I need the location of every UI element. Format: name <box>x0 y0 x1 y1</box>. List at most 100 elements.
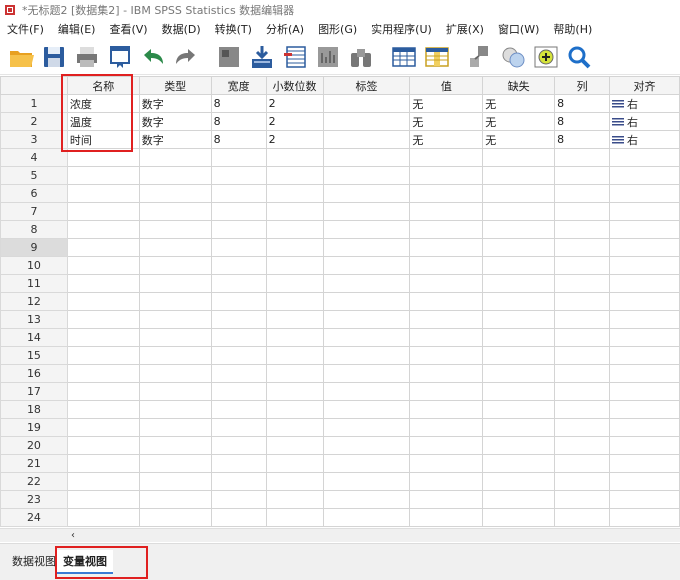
grid-cell[interactable] <box>554 472 611 491</box>
row-number[interactable]: 4 <box>0 148 68 167</box>
grid-cell[interactable] <box>138 490 212 509</box>
grid-cell[interactable] <box>322 328 411 347</box>
grid-cell[interactable] <box>322 238 411 257</box>
grid-cell[interactable]: 无 <box>482 112 556 131</box>
menu-item[interactable]: 窗口(W) <box>491 20 546 39</box>
grid-cell[interactable] <box>66 508 140 527</box>
grid-cell[interactable] <box>609 364 680 383</box>
grid-cell[interactable] <box>138 436 212 455</box>
grid-cell[interactable] <box>322 166 411 185</box>
grid-cell[interactable] <box>210 400 267 419</box>
grid-cell[interactable] <box>409 454 484 473</box>
grid-cell[interactable] <box>138 346 212 365</box>
grid-cell[interactable] <box>609 454 680 473</box>
grid-cell[interactable] <box>210 148 267 167</box>
grid-cell[interactable]: 无 <box>482 94 556 113</box>
grid-cell[interactable] <box>138 472 212 491</box>
menu-item[interactable]: 数据(D) <box>155 20 208 39</box>
grid-cell[interactable] <box>554 274 611 293</box>
grid-cell[interactable]: 时间 <box>66 130 140 149</box>
row-number[interactable]: 13 <box>0 310 68 329</box>
grid-cell[interactable] <box>409 346 484 365</box>
grid-cell[interactable] <box>409 274 484 293</box>
goto-variable-icon[interactable] <box>245 41 278 73</box>
grid-cell[interactable] <box>409 310 484 329</box>
grid-cell[interactable] <box>609 292 680 311</box>
row-number[interactable]: 17 <box>0 382 68 401</box>
grid-cell[interactable] <box>482 436 556 455</box>
grid-cell[interactable] <box>138 418 212 437</box>
grid-cell[interactable] <box>138 454 212 473</box>
grid-cell[interactable] <box>265 328 324 347</box>
menu-item[interactable]: 文件(F) <box>0 20 51 39</box>
grid-cell[interactable]: 8 <box>554 94 611 113</box>
open-folder-icon[interactable] <box>4 41 37 73</box>
grid-cell[interactable]: 2 <box>265 130 324 149</box>
grid-cell[interactable] <box>265 256 324 275</box>
grid-cell[interactable] <box>554 292 611 311</box>
grid-cell[interactable] <box>554 202 611 221</box>
grid-cell[interactable] <box>210 184 267 203</box>
grid-cell[interactable] <box>554 166 611 185</box>
grid-cell[interactable] <box>609 436 680 455</box>
grid-cell[interactable] <box>66 364 140 383</box>
grid-cell[interactable] <box>409 202 484 221</box>
row-number[interactable]: 14 <box>0 328 68 347</box>
grid-cell[interactable] <box>66 346 140 365</box>
grid-cell[interactable]: 右 <box>609 112 680 131</box>
grid-cell[interactable] <box>482 490 556 509</box>
grid-cell[interactable] <box>265 220 324 239</box>
grid-cell[interactable] <box>482 364 556 383</box>
column-header[interactable]: 标签 <box>322 76 411 95</box>
grid-cell[interactable] <box>482 148 556 167</box>
grid-cell[interactable]: 数字 <box>138 130 212 149</box>
grid-cell[interactable] <box>409 382 484 401</box>
grid-cell[interactable] <box>265 436 324 455</box>
grid-cell[interactable] <box>66 418 140 437</box>
grid-cell[interactable] <box>322 292 411 311</box>
print-icon[interactable] <box>70 41 103 73</box>
grid-cell[interactable] <box>482 400 556 419</box>
grid-cell[interactable] <box>210 202 267 221</box>
grid-cell[interactable] <box>210 382 267 401</box>
row-number[interactable]: 3 <box>0 130 68 149</box>
grid-cell[interactable] <box>609 220 680 239</box>
grid-cell[interactable] <box>554 436 611 455</box>
grid-cell[interactable] <box>138 328 212 347</box>
grid-cell[interactable] <box>265 508 324 527</box>
grid-cell[interactable] <box>609 346 680 365</box>
row-number[interactable]: 2 <box>0 112 68 131</box>
grid-cell[interactable] <box>322 418 411 437</box>
grid-cell[interactable] <box>210 328 267 347</box>
row-number[interactable]: 11 <box>0 274 68 293</box>
grid-cell[interactable] <box>138 220 212 239</box>
grid-cell[interactable] <box>322 382 411 401</box>
grid-cell[interactable] <box>265 184 324 203</box>
grid-cell[interactable] <box>322 256 411 275</box>
grid-cell[interactable] <box>210 418 267 437</box>
grid-cell[interactable] <box>409 238 484 257</box>
menu-item[interactable]: 图形(G) <box>311 20 364 39</box>
row-number[interactable]: 10 <box>0 256 68 275</box>
split-file-icon[interactable] <box>463 41 496 73</box>
grid-cell[interactable] <box>554 346 611 365</box>
row-number[interactable]: 19 <box>0 418 68 437</box>
grid-cell[interactable]: 无 <box>409 130 484 149</box>
grid-cell[interactable]: 8 <box>554 130 611 149</box>
grid-cell[interactable] <box>138 166 212 185</box>
grid-cell[interactable]: 8 <box>210 94 267 113</box>
grid-cell[interactable] <box>210 508 267 527</box>
grid-cell[interactable] <box>554 238 611 257</box>
grid-cell[interactable] <box>554 400 611 419</box>
menu-item[interactable]: 帮助(H) <box>546 20 599 39</box>
row-number[interactable]: 22 <box>0 472 68 491</box>
grid-cell[interactable] <box>409 184 484 203</box>
grid-cell[interactable] <box>409 436 484 455</box>
menu-item[interactable]: 分析(A) <box>259 20 311 39</box>
grid-cell[interactable] <box>66 310 140 329</box>
grid-cell[interactable] <box>554 382 611 401</box>
row-number[interactable]: 16 <box>0 364 68 383</box>
grid-cell[interactable] <box>322 202 411 221</box>
grid-cell[interactable] <box>210 238 267 257</box>
column-header[interactable]: 值 <box>409 76 484 95</box>
